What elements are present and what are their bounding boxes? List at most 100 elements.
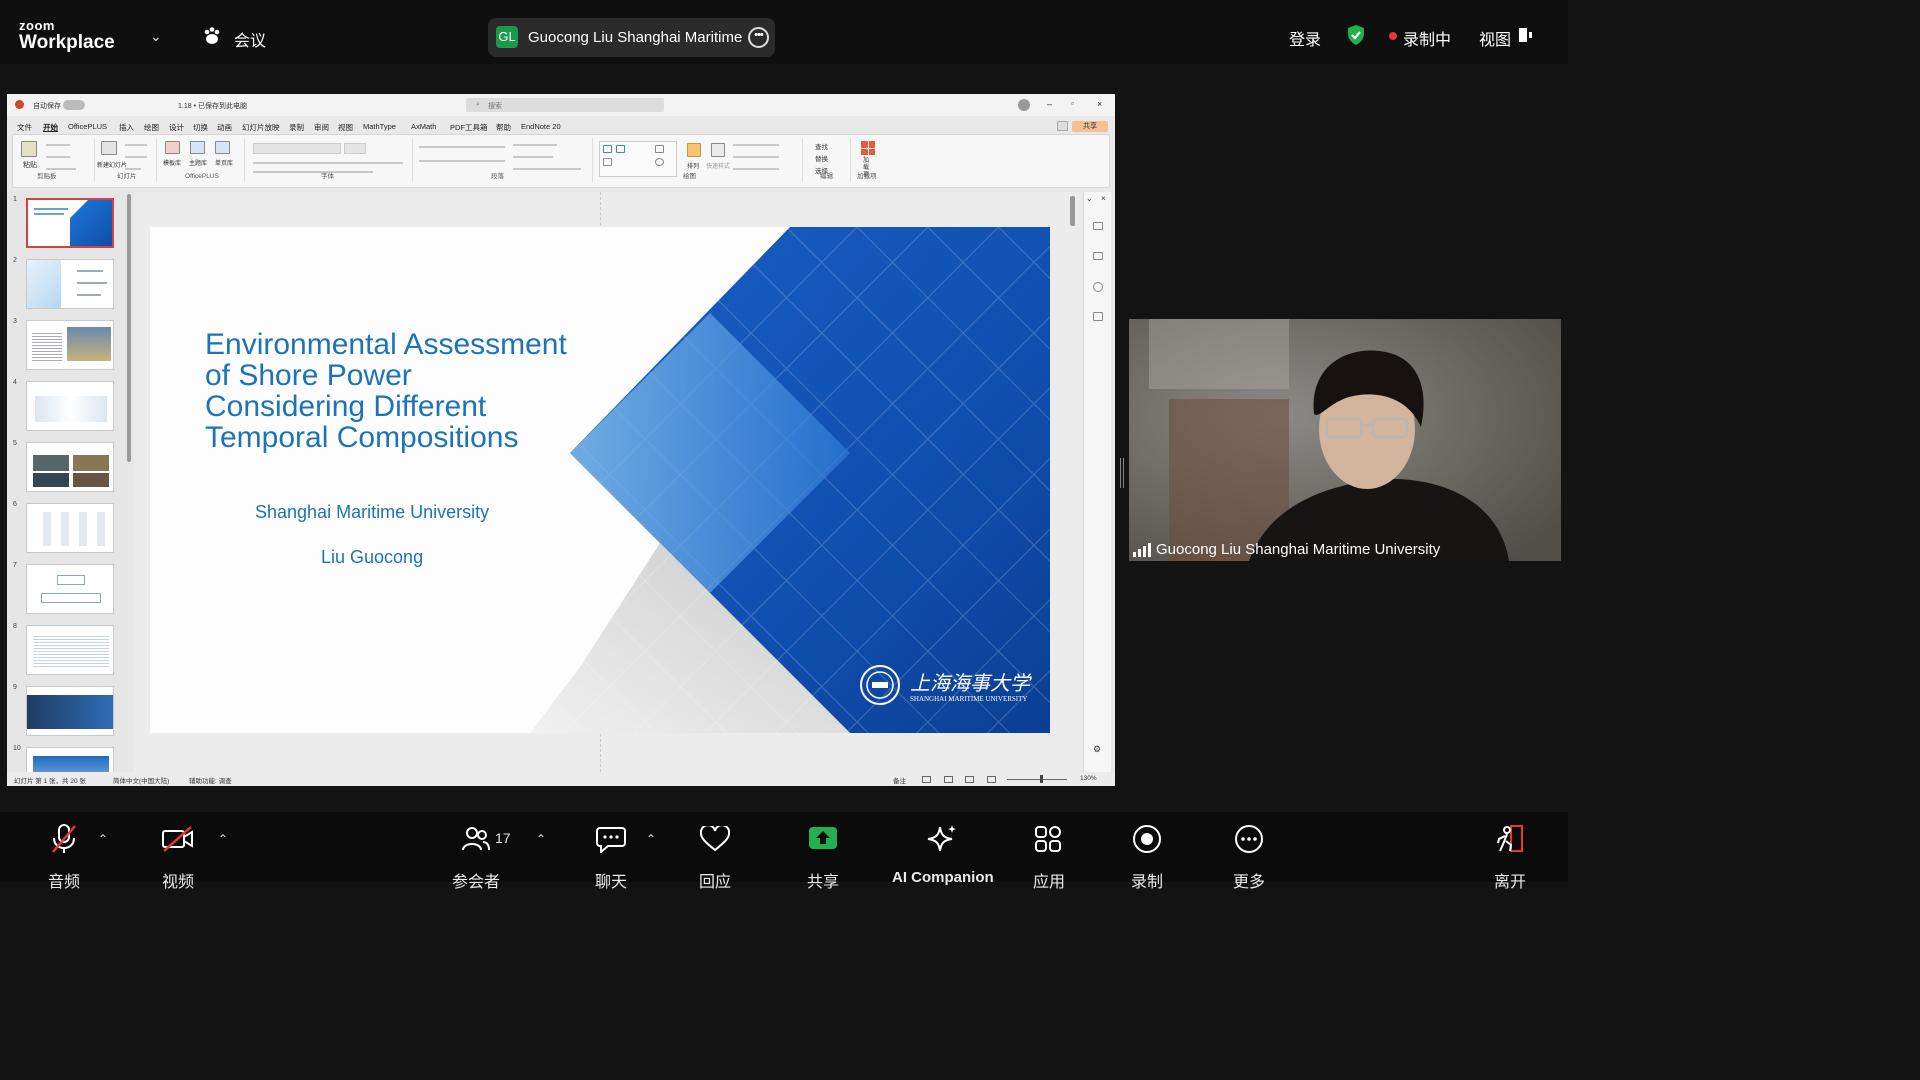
tab-view[interactable]: 视图 xyxy=(338,122,353,133)
slide-thumbnail[interactable] xyxy=(26,442,114,492)
slide-thumbnail[interactable] xyxy=(26,625,114,675)
slide-thumbnail[interactable] xyxy=(26,198,114,248)
arrange-icon[interactable] xyxy=(687,143,701,157)
chat-button[interactable]: 聊天 xyxy=(594,822,628,891)
slide-thumbnail[interactable] xyxy=(26,747,114,775)
slide-thumbnail[interactable] xyxy=(26,686,114,736)
slide-thumbnail[interactable] xyxy=(26,503,114,553)
slide-thumbnail[interactable] xyxy=(26,564,114,614)
tab-record[interactable]: 录制 xyxy=(289,122,304,133)
shared-screen-powerpoint[interactable]: 自动保存 1.18 • 已保存到此电脑 ⌕ 搜索 – ▫ × 文件 开始 Off… xyxy=(7,94,1115,786)
participants-caret-icon[interactable]: ⌃ xyxy=(536,832,546,846)
close-icon[interactable]: × xyxy=(1097,99,1102,109)
slide-thumbnail-pane[interactable]: 1 2 3 4 5 6 7 8 9 10 xyxy=(7,192,133,775)
tab-transitions[interactable]: 切换 xyxy=(193,122,208,133)
template-library-icon[interactable] xyxy=(165,141,180,154)
shapes-gallery[interactable] xyxy=(599,141,677,177)
paste-icon[interactable] xyxy=(21,141,37,157)
record-button[interactable]: 录制 xyxy=(1130,822,1164,891)
addins-icon[interactable] xyxy=(861,141,875,155)
view-layout-icon[interactable] xyxy=(1519,28,1533,42)
tab-slideshow[interactable]: 幻灯片放映 xyxy=(242,122,280,133)
side-tool-4-icon[interactable] xyxy=(1093,312,1103,321)
tab-animations[interactable]: 动画 xyxy=(217,122,232,133)
slide-canvas[interactable]: Environmental Assessment of Shore Power … xyxy=(150,227,1050,733)
apps-button[interactable]: 应用 xyxy=(1032,822,1066,891)
ppt-search-box[interactable]: ⌕ 搜索 xyxy=(466,98,664,112)
zoom-level[interactable]: 130% xyxy=(1080,775,1097,782)
tab-pdf[interactable]: PDF工具箱 xyxy=(450,122,488,133)
quick-style-icon[interactable] xyxy=(711,143,725,157)
autosave-toggle[interactable] xyxy=(63,100,85,110)
tab-help[interactable]: 帮助 xyxy=(496,122,511,133)
notes-button[interactable]: 备注 xyxy=(893,775,906,785)
settings-icon[interactable]: ⚙ xyxy=(1093,744,1101,755)
language-status[interactable]: 简体中文(中国大陆) xyxy=(113,775,169,785)
slideshow-view-icon[interactable] xyxy=(987,776,996,783)
slide-title[interactable]: Environmental Assessment of Shore Power … xyxy=(205,329,567,453)
accessibility-status[interactable]: 辅助功能: 调查 xyxy=(189,775,232,785)
find-button[interactable]: 查找 xyxy=(815,141,828,151)
audio-button[interactable]: 音频 xyxy=(48,822,80,891)
tab-endnote[interactable]: EndNote 20 xyxy=(521,122,561,131)
restore-icon[interactable]: ▫ xyxy=(1071,99,1074,108)
reading-view-icon[interactable] xyxy=(965,776,974,783)
view-button[interactable]: 视图 xyxy=(1479,26,1511,50)
normal-view-icon[interactable] xyxy=(922,776,931,783)
participants-button[interactable]: 参会者 xyxy=(452,822,500,891)
slide-author[interactable]: Liu Guocong xyxy=(321,547,423,568)
file-name[interactable]: 1.18 • 已保存到此电脑 xyxy=(178,101,247,111)
tab-mathtype[interactable]: MathType xyxy=(363,122,396,131)
active-speaker-pill[interactable]: GL Guocong Liu Shanghai Maritime ••• xyxy=(488,18,775,57)
slide-thumbnail[interactable] xyxy=(26,259,114,309)
react-button[interactable]: 回应 xyxy=(698,822,732,891)
leave-button[interactable]: 离开 xyxy=(1493,822,1527,891)
video-options-caret-icon[interactable]: ⌃ xyxy=(218,832,228,846)
replace-button[interactable]: 替换 xyxy=(815,153,828,163)
side-tool-2-icon[interactable] xyxy=(1093,252,1103,260)
sorter-view-icon[interactable] xyxy=(944,776,953,783)
comments-icon[interactable] xyxy=(1057,121,1068,131)
thumbnail-scrollbar[interactable] xyxy=(127,194,131,462)
account-avatar[interactable] xyxy=(1018,99,1030,111)
participant-video-tile[interactable]: Guocong Liu Shanghai Maritime University xyxy=(1129,319,1561,561)
video-button[interactable]: 视频 xyxy=(161,822,195,891)
tab-home[interactable]: 开始 xyxy=(43,122,58,133)
tab-officeplus[interactable]: OfficePLUS xyxy=(68,122,107,131)
single-page-library-icon[interactable] xyxy=(215,141,230,154)
zoom-slider[interactable] xyxy=(1007,779,1067,780)
audio-options-caret-icon[interactable]: ⌃ xyxy=(98,832,108,846)
slide-university[interactable]: Shanghai Maritime University xyxy=(255,502,489,523)
tab-design[interactable]: 设计 xyxy=(169,122,184,133)
side-tool-1-icon[interactable] xyxy=(1093,222,1103,230)
zoom-slider-thumb[interactable] xyxy=(1040,775,1043,783)
slide-thumbnail[interactable] xyxy=(26,381,114,431)
theme-library-icon[interactable] xyxy=(190,141,205,154)
slide-editing-area[interactable]: Environmental Assessment of Shore Power … xyxy=(135,192,1081,772)
ai-companion-button[interactable]: AI Companion xyxy=(892,822,994,886)
chat-caret-icon[interactable]: ⌃ xyxy=(646,832,656,846)
side-tool-3-icon[interactable] xyxy=(1093,282,1103,292)
panel-close-icon[interactable]: × xyxy=(1101,194,1106,203)
resize-handle[interactable] xyxy=(1120,458,1124,488)
new-slide-icon[interactable] xyxy=(101,141,117,155)
meeting-menu-label[interactable]: 会议 xyxy=(234,27,266,51)
slide-thumbnail[interactable] xyxy=(26,320,114,370)
recording-status[interactable]: 录制中 xyxy=(1403,26,1451,50)
tab-draw[interactable]: 绘图 xyxy=(144,122,159,133)
share-button[interactable]: 共享 xyxy=(1072,121,1108,132)
tab-review[interactable]: 审阅 xyxy=(314,122,329,133)
collapse-icon[interactable]: ⌄ xyxy=(1086,194,1093,203)
tab-axmath[interactable]: AxMath xyxy=(411,122,436,131)
security-shield-icon[interactable] xyxy=(1346,24,1366,46)
more-options-icon[interactable]: ••• xyxy=(748,27,769,48)
font-size-dropdown[interactable] xyxy=(344,143,366,154)
minimize-icon[interactable]: – xyxy=(1047,99,1052,109)
login-button[interactable]: 登录 xyxy=(1289,26,1321,50)
share-screen-button[interactable]: 共享 xyxy=(806,822,840,891)
more-button[interactable]: 更多 xyxy=(1232,822,1266,891)
slide-scrollbar[interactable] xyxy=(1070,196,1075,226)
tab-file[interactable]: 文件 xyxy=(17,122,32,133)
chevron-down-icon[interactable]: ⌄ xyxy=(150,28,162,45)
font-name-dropdown[interactable] xyxy=(253,143,341,154)
